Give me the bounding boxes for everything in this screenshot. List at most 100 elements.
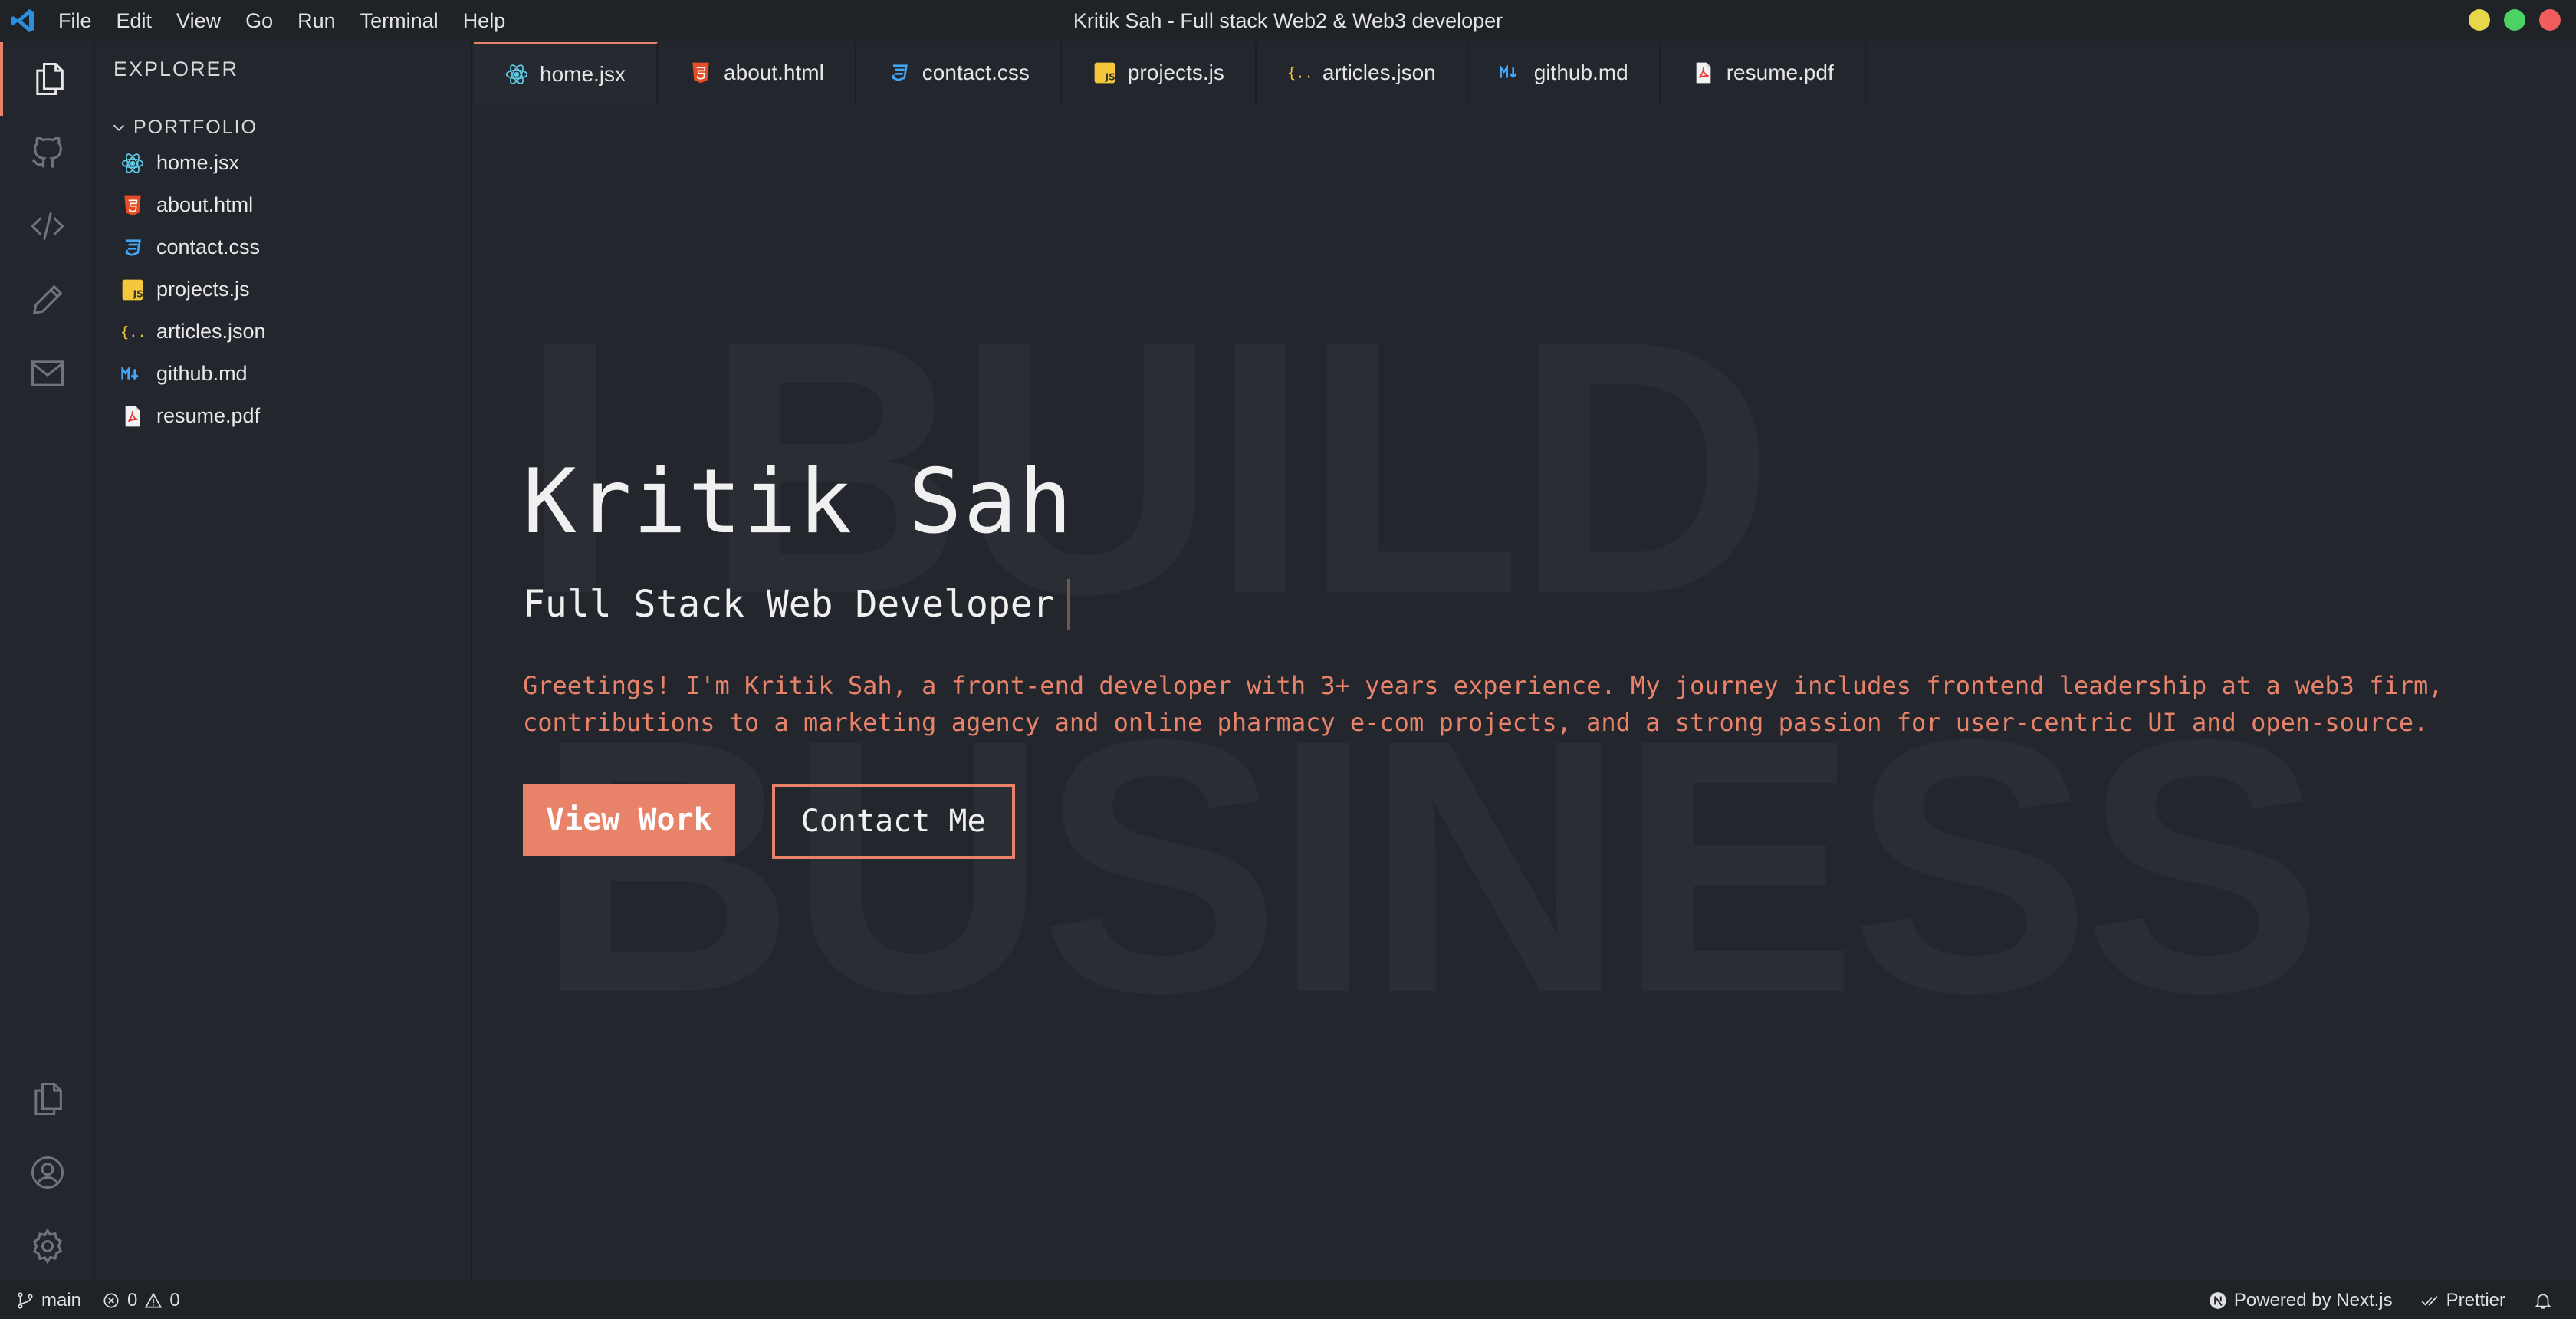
activity-files-bottom[interactable] bbox=[0, 1062, 95, 1136]
close-button[interactable] bbox=[2539, 9, 2561, 31]
prettier-label: Prettier bbox=[2446, 1289, 2505, 1311]
pdf-icon bbox=[125, 406, 140, 426]
pencil-icon bbox=[32, 285, 63, 315]
markdown-icon bbox=[121, 365, 139, 380]
branch-name: main bbox=[41, 1289, 82, 1311]
svg-text:{..}: {..} bbox=[1287, 66, 1312, 82]
file-item-resume[interactable]: resume.pdf bbox=[120, 395, 266, 437]
file-item-github[interactable]: github.md bbox=[120, 353, 266, 395]
tab-about[interactable]: about.html bbox=[658, 42, 856, 104]
html-icon bbox=[692, 62, 709, 84]
activity-bar bbox=[0, 42, 95, 1281]
error-count: 0 bbox=[127, 1289, 138, 1311]
folder-portfolio[interactable]: PORTFOLIO bbox=[110, 117, 258, 139]
json-icon: {..} bbox=[1287, 66, 1312, 82]
tab-projects[interactable]: JS projects.js bbox=[1062, 42, 1257, 104]
tab-label: articles.json bbox=[1322, 61, 1436, 84]
branch-indicator[interactable]: main bbox=[15, 1290, 81, 1311]
react-icon bbox=[121, 153, 144, 173]
bell-icon bbox=[2535, 1294, 2551, 1309]
explorer-title: EXPLORER bbox=[113, 58, 239, 81]
menu-edit[interactable]: Edit bbox=[104, 0, 165, 41]
activity-account[interactable] bbox=[0, 1136, 95, 1209]
menu-go[interactable]: Go bbox=[233, 0, 285, 41]
typing-cursor bbox=[1066, 579, 1070, 630]
prettier-indicator[interactable]: Prettier bbox=[2420, 1290, 2505, 1311]
problems-indicator[interactable]: 0 0 bbox=[101, 1290, 180, 1311]
folder-label: PORTFOLIO bbox=[133, 117, 258, 138]
menu-help[interactable]: Help bbox=[451, 0, 518, 41]
hero-buttons: View Work Contact Me bbox=[523, 784, 1015, 859]
file-list: home.jsx about.html contact.css JS proje… bbox=[120, 142, 266, 437]
file-item-projects[interactable]: JS projects.js bbox=[120, 268, 266, 311]
hero-name: Kritik Sah bbox=[523, 450, 1074, 554]
error-icon bbox=[104, 1292, 119, 1308]
gear-icon bbox=[32, 1228, 63, 1265]
activity-settings[interactable] bbox=[0, 1209, 95, 1283]
file-label: home.jsx bbox=[156, 151, 240, 174]
editor-area: I BUILD BUSINESS Kritik Sah Full Stack W… bbox=[474, 104, 2576, 1281]
tab-label: github.md bbox=[1533, 61, 1628, 84]
svg-text:JS: JS bbox=[133, 288, 143, 299]
notifications-button[interactable] bbox=[2533, 1291, 2553, 1311]
svg-text:{..}: {..} bbox=[120, 324, 145, 340]
menu-run[interactable]: Run bbox=[285, 0, 348, 41]
hero-description: Greetings! I'm Kritik Sah, a front-end d… bbox=[523, 671, 2443, 737]
nextjs-icon bbox=[2210, 1291, 2226, 1309]
vscode-logo-icon bbox=[12, 9, 34, 32]
css-icon bbox=[892, 64, 908, 81]
file-label: about.html bbox=[156, 193, 254, 216]
title-bar: File Edit View Go Run Terminal Help Krit… bbox=[0, 0, 2576, 41]
activity-explorer[interactable] bbox=[0, 42, 95, 116]
tab-resume[interactable]: resume.pdf bbox=[1661, 42, 1866, 104]
mail-icon bbox=[31, 360, 64, 386]
powered-by-label: Powered by Next.js bbox=[2233, 1289, 2393, 1311]
window-controls bbox=[2469, 9, 2561, 31]
pdf-icon bbox=[1696, 62, 1711, 84]
status-bar: main 0 0 Powered by Next.js Prettier bbox=[0, 1281, 2576, 1319]
chevron-down-icon bbox=[113, 124, 125, 131]
hero-role: Full Stack Web Developer bbox=[523, 579, 1070, 630]
file-item-about[interactable]: about.html bbox=[120, 184, 266, 226]
markdown-icon bbox=[1500, 64, 1517, 79]
file-item-contact[interactable]: contact.css bbox=[120, 226, 266, 268]
tab-github[interactable]: github.md bbox=[1468, 42, 1661, 104]
maximize-button[interactable] bbox=[2504, 9, 2525, 31]
tab-label: home.jsx bbox=[540, 61, 626, 86]
view-work-button[interactable]: View Work bbox=[523, 784, 735, 856]
contact-me-button[interactable]: Contact Me bbox=[771, 784, 1015, 859]
editor-tabs: home.jsx about.html contact.css JS proje… bbox=[474, 42, 2576, 104]
file-item-articles[interactable]: {..} articles.json bbox=[120, 311, 266, 353]
menu-view[interactable]: View bbox=[164, 0, 233, 41]
file-item-home[interactable]: home.jsx bbox=[120, 142, 266, 184]
activity-code[interactable] bbox=[0, 189, 95, 263]
activity-mail[interactable] bbox=[0, 337, 95, 410]
activity-edit[interactable] bbox=[0, 263, 95, 337]
tab-home[interactable]: home.jsx bbox=[474, 42, 659, 104]
js-icon: JS bbox=[122, 279, 143, 300]
github-icon bbox=[31, 137, 62, 168]
file-label: projects.js bbox=[156, 278, 250, 301]
explorer-sidebar: EXPLORER PORTFOLIO home.jsx about.html c… bbox=[95, 42, 472, 1281]
html-icon bbox=[124, 195, 141, 215]
menu-terminal[interactable]: Terminal bbox=[348, 0, 451, 41]
tab-label: resume.pdf bbox=[1726, 61, 1834, 84]
tab-contact[interactable]: contact.css bbox=[856, 42, 1062, 104]
activity-github[interactable] bbox=[0, 116, 95, 189]
react-icon bbox=[505, 64, 528, 84]
file-label: contact.css bbox=[156, 235, 261, 258]
menu-file[interactable]: File bbox=[46, 0, 104, 41]
tab-articles[interactable]: {..} articles.json bbox=[1257, 42, 1468, 104]
svg-text:JS: JS bbox=[1105, 71, 1116, 82]
git-branch-icon bbox=[18, 1291, 33, 1309]
js-icon: JS bbox=[1094, 62, 1116, 84]
minimize-button[interactable] bbox=[2469, 9, 2490, 31]
file-label: resume.pdf bbox=[156, 404, 261, 427]
warning-count: 0 bbox=[169, 1289, 180, 1311]
json-icon: {..} bbox=[120, 324, 145, 340]
tab-label: contact.css bbox=[922, 61, 1030, 84]
code-icon bbox=[31, 212, 64, 240]
nextjs-indicator[interactable]: Powered by Next.js bbox=[2208, 1290, 2393, 1311]
file-label: github.md bbox=[156, 362, 248, 385]
files-icon bbox=[36, 62, 64, 96]
